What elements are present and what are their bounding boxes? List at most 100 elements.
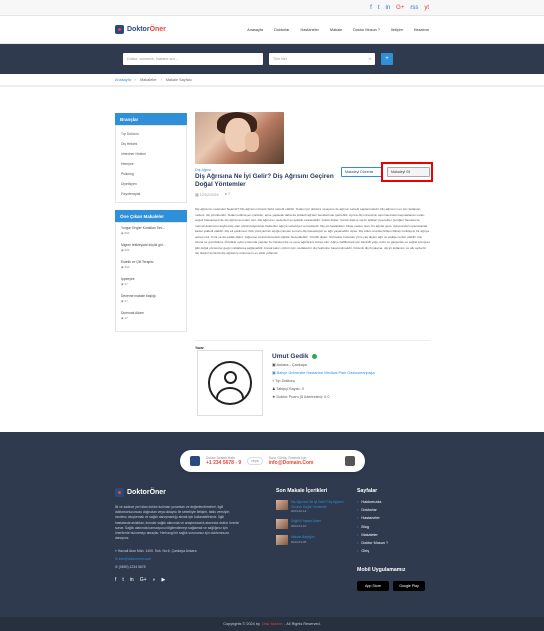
recent-articles-heading: Son Makale İçerikleri (276, 488, 328, 494)
rss-icon[interactable]: rss (410, 5, 418, 11)
phone-number[interactable]: +1 234 5678 - 9 (206, 460, 241, 466)
search-icon: + (385, 56, 389, 62)
mobile-app-heading: Mobil Uygulamamız (357, 567, 406, 574)
search-button[interactable]: + (381, 53, 393, 65)
popular-articles-list: Yorgun Engler Kuraklan Sev... ◉ 664 Migre… (115, 222, 187, 332)
footer-logo[interactable]: Doktor Öner (115, 488, 240, 497)
copyright-bar: Copyrights © 2024 by Ona Yazılım . All R… (0, 617, 544, 631)
recent-article-date: 2024-02-12 (291, 509, 307, 513)
footer-logo-primary: Doktor (127, 489, 150, 496)
nav-item-contact[interactable]: İletişim (391, 28, 403, 32)
popular-article-item[interactable]: Estetik ve Çift Terapisi ◉ 603 (121, 260, 181, 277)
recent-article-item[interactable]: Makale Başlığını 2024-01-05 (276, 535, 351, 545)
nav-item-doctors[interactable]: Doktorlar (274, 28, 289, 32)
page: f t in G+ rss yt DoktorÖner Anasayfa Dok… (0, 0, 544, 631)
author-hospital-text: Bahçe Üniversite Hastanesi Medical Park … (276, 371, 375, 375)
breadcrumb-separator: › (134, 77, 137, 82)
article-views: 7 (228, 192, 231, 196)
popular-article-item[interactable]: Durmuak Adam ◉ 27 (121, 311, 181, 328)
footer-link[interactable]: Hakkımızda (357, 498, 437, 506)
facebook-icon[interactable]: f (115, 577, 116, 583)
app-store-button[interactable]: App Store (357, 581, 389, 592)
google-plus-icon[interactable]: G+ (396, 5, 404, 11)
breadcrumb-section[interactable]: Makaleler (140, 78, 156, 82)
nav-item-account[interactable]: Hesabım (414, 28, 429, 32)
branch-item[interactable]: Hemşire (121, 159, 181, 169)
author-name[interactable]: Umut Gedik (272, 353, 308, 360)
article-meta: ▦ 12/02/2024 ● 7 (195, 192, 430, 197)
popular-article-item[interactable]: Ippeeyee ◉ 37 (121, 277, 181, 294)
nav-item-home[interactable]: Anasayfa (247, 28, 263, 32)
recent-article-item[interactable]: Sağlıklı Yaşam Adem 2024-01-10 (276, 519, 351, 529)
email-address[interactable]: info@Domain.Com (269, 460, 314, 466)
footer-phone[interactable]: (0850) 1234 5678 (119, 565, 146, 569)
breadcrumb-home[interactable]: Anasayfa (115, 78, 131, 82)
copyright-company[interactable]: Ona Yazılım (262, 622, 283, 626)
city-select[interactable]: Tüm İller ▾ (269, 53, 375, 65)
nav-item-are-you-doctor[interactable]: Doktor Musun ? (353, 28, 380, 32)
youtube-icon[interactable]: yt (424, 5, 429, 11)
branch-item[interactable]: Fizyoterapist (121, 189, 181, 199)
branch-item[interactable]: Diyetisyen (121, 179, 181, 189)
footer-link[interactable]: Hastaneler (357, 514, 437, 522)
footer-link[interactable]: Doktorlar (357, 506, 437, 514)
search-input[interactable]: Doktor, uzmanlık, hastane ara... (123, 53, 263, 65)
email-block: Soru, Görüş, Öneriniz İçin info@Domain.C… (269, 456, 314, 466)
branch-item[interactable]: Psikolog (121, 169, 181, 179)
nav-item-hospitals[interactable]: Hastaneler (301, 28, 319, 32)
popular-article-item[interactable]: Yorgun Engler Kuraklan Sev... ◉ 664 (121, 226, 181, 243)
envelope-icon (345, 456, 355, 466)
branches-list: Tıp Doktoru Diş Hekimi Veteriner Hekimi … (115, 125, 187, 203)
author-card: Yazar Umut Gedik ▣ Ankara - Çankaya ▣ Ba… (195, 340, 430, 416)
twitter-icon[interactable]: t (122, 577, 123, 583)
footer-link[interactable]: Blog (357, 523, 437, 531)
recent-article-title: Diş Ağrısına Ne İyi Gelir? Diş Ağrısını … (291, 500, 344, 509)
google-play-button[interactable]: Google Play (393, 581, 425, 592)
rss-icon[interactable]: ◗ (153, 577, 156, 583)
google-plus-icon[interactable]: G+ (140, 577, 147, 583)
linkedin-icon[interactable]: in (130, 577, 134, 583)
copyright-text: Copyrights © 2024 by (223, 622, 260, 626)
footer-email[interactable]: info@doktoroner.com (119, 557, 151, 561)
contact-bar: Doktor Destek Hattı +1 234 5678 - 9 veya… (180, 450, 365, 472)
article-thumbnail (276, 535, 288, 545)
footer-description: İlk ve sadece yeri alan doktor tuniman y… (115, 505, 239, 541)
linkedin-icon[interactable]: in (385, 5, 390, 11)
branch-item[interactable]: Veteriner Hekimi (121, 149, 181, 159)
edit-article-button[interactable]: Makaleyi Düzenle (341, 167, 383, 177)
chevron-down-icon: ▾ (369, 57, 371, 61)
author-hospital[interactable]: ▣ Bahçe Üniversite Hastanesi Medical Par… (272, 371, 427, 376)
site-logo[interactable]: DoktorÖner (115, 25, 166, 34)
branch-item[interactable]: Tıp Doktoru (121, 129, 181, 139)
logo-text-accent: Öner (149, 26, 166, 33)
popular-article-item[interactable]: Migren tetikleyicisi küçük gör... ◉ 603 (121, 243, 181, 260)
footer-pages: Sayfalar Hakkımızda Doktorlar Hastaneler… (357, 488, 437, 592)
recent-article-title: Makale Başlığını (291, 535, 315, 539)
phone-block: Doktor Destek Hattı +1 234 5678 - 9 (206, 456, 241, 466)
breadcrumb: Anasayfa › Makaleler › Makale Sayfası (0, 74, 544, 86)
pages-list: Hakkımızda Doktorlar Hastaneler Blog Mak… (357, 498, 437, 555)
popular-article-item[interactable]: Deneme makale başlığı ◉ 27 (121, 294, 181, 311)
branch-item[interactable]: Diş Hekimi (121, 139, 181, 149)
recent-article-item[interactable]: Diş Ağrısına Ne İyi Gelir? Diş Ağrısını … (276, 500, 351, 513)
pages-heading: Sayfalar (357, 488, 378, 494)
twitter-icon[interactable]: t (378, 5, 380, 11)
article: Diş Ağrısı Diş Ağrısına Ne İyi Gelir? Di… (195, 112, 433, 197)
facebook-icon[interactable]: f (370, 5, 372, 11)
avatar (197, 350, 263, 416)
article-image (195, 112, 284, 164)
location-icon: ⌖ Hacıali Akar Mah. 1400. Sok. No:6, Çan… (115, 549, 197, 554)
author-name-row: Umut Gedik (272, 353, 427, 360)
calendar-icon: ▦ 12/02/2024 (195, 193, 219, 197)
footer-link[interactable]: Doktor Musun ? (357, 539, 437, 547)
footer-about: Doktor Öner İlk ve sadece yeri alan dokto… (115, 488, 240, 583)
main-navbar: DoktorÖner Anasayfa Doktorlar Hastaneler… (0, 16, 544, 44)
footer-link[interactable]: Giriş (357, 547, 437, 555)
youtube-icon[interactable]: ▶ (162, 577, 166, 583)
logo-icon (115, 488, 124, 497)
nav-item-articles[interactable]: Makale (330, 28, 342, 32)
author-type-text: Tıp Doktoru (275, 379, 295, 383)
popular-article-views: ◉ 37 (121, 282, 128, 286)
comment-icon: ● 7 (224, 192, 231, 196)
footer-link[interactable]: Makaleler (357, 531, 437, 539)
